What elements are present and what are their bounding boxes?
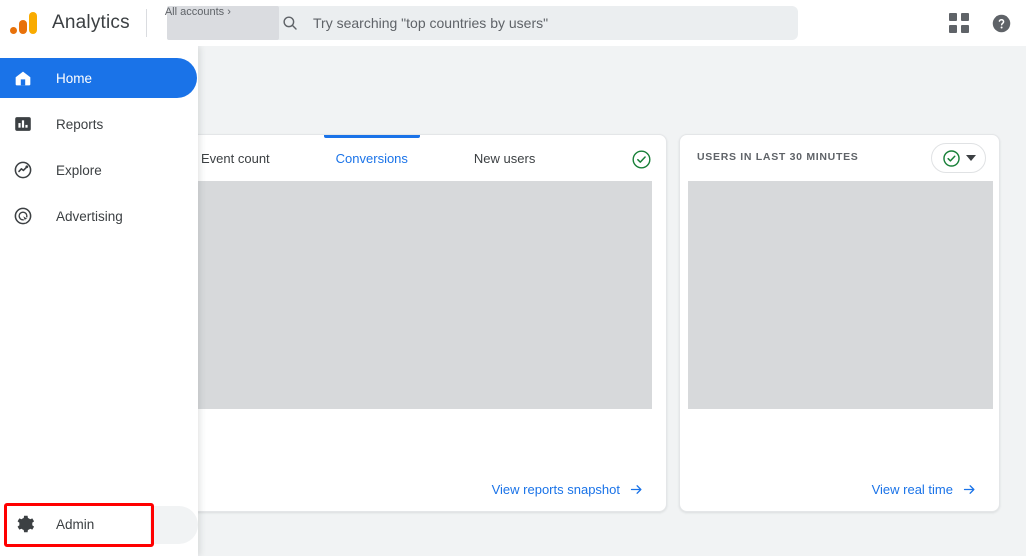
view-real-time-link[interactable]: View real time [872,482,977,497]
reports-card-tabs: Event count Conversions New users [201,135,535,181]
tab-event-count[interactable]: Event count [201,135,270,181]
green-check-circle-icon [942,149,961,168]
sidebar-item-explore-label: Explore [56,163,102,178]
sidebar-admin-ghost [150,506,198,544]
top-divider [146,9,147,37]
view-reports-snapshot-label: View reports snapshot [492,482,620,497]
chevron-down-icon [966,155,976,161]
search-input[interactable] [313,15,784,31]
tab-event-count-label: Event count [201,151,270,166]
brand[interactable]: Analytics [0,0,130,46]
advertising-target-icon [12,205,34,227]
sidebar-item-advertising-label: Advertising [56,209,123,224]
top-bar-actions [949,0,1012,46]
sidebar-nav: Home Reports Explore [0,46,198,556]
apps-grid-icon[interactable] [949,13,969,33]
analytics-home-page: d Event count Conversions New users rece… [0,0,1026,556]
tab-new-users[interactable]: New users [474,135,535,181]
bar-chart-icon [12,113,34,135]
sidebar-item-advertising[interactable]: Advertising [0,196,197,236]
view-real-time-label: View real time [872,482,953,497]
account-selector-label: All accounts › [165,6,231,18]
tab-conversions-label: Conversions [336,151,408,166]
sidebar-item-home-label: Home [56,71,92,86]
home-icon [12,67,34,89]
sidebar-item-home[interactable]: Home [0,58,197,98]
tab-conversions[interactable]: Conversions [336,135,408,181]
green-check-circle-icon[interactable] [631,149,652,170]
realtime-placeholder [688,181,993,409]
view-reports-snapshot-link[interactable]: View reports snapshot [492,482,644,497]
analytics-logo-icon [10,10,40,36]
brand-name: Analytics [52,12,130,34]
account-selector[interactable]: All accounts › [159,0,279,46]
sidebar-item-admin[interactable]: Admin [6,504,154,544]
sidebar-item-reports[interactable]: Reports [0,104,197,144]
chevron-right-icon: › [227,6,231,18]
search-icon [281,14,299,32]
sidebar-item-list: Home Reports Explore [0,46,198,236]
sidebar-admin-slot: Admin [0,504,198,548]
top-bar: Analytics All accounts › [0,0,1026,46]
sidebar-item-explore[interactable]: Explore [0,150,197,190]
realtime-status-dropdown[interactable] [931,143,986,173]
gear-icon [14,513,36,535]
search-bar[interactable] [267,6,798,40]
tab-new-users-label: New users [474,151,535,166]
help-circle-icon[interactable] [991,13,1012,34]
account-selector-text: All accounts [165,6,224,18]
realtime-card-title: USERS IN LAST 30 MINUTES [697,151,859,163]
arrow-right-icon [629,482,644,497]
realtime-card-header: USERS IN LAST 30 MINUTES [680,135,999,181]
sidebar-item-admin-label: Admin [56,517,94,532]
sidebar-item-reports-label: Reports [56,117,103,132]
explore-trending-icon [12,159,34,181]
arrow-right-icon [962,482,977,497]
realtime-users-card: USERS IN LAST 30 MINUTES View real time [679,134,1000,512]
